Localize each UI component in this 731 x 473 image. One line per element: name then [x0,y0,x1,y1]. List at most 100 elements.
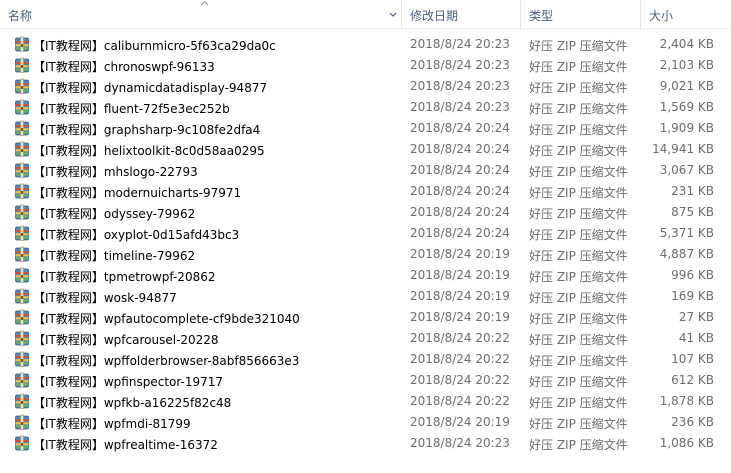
file-modified-date: 2018/8/24 20:23 [410,58,510,72]
file-modified-date: 2018/8/24 20:22 [410,394,510,408]
sort-ascending-icon [200,0,209,6]
file-name: 【IT教程网】mhslogo-22793 [33,165,198,179]
file-size: 996 KB [671,268,714,282]
file-type: 好压 ZIP 压缩文件 [529,144,628,158]
file-name: 【IT教程网】odyssey-79962 [33,207,196,221]
zip-archive-icon [15,414,29,430]
file-modified-date: 2018/8/24 20:19 [410,268,510,282]
file-size: 5,371 KB [659,226,714,240]
file-row[interactable]: 【IT教程网】wpffolderbrowser-8abf856663e3 201… [0,349,720,370]
file-modified-date: 2018/8/24 20:24 [410,205,510,219]
file-type: 好压 ZIP 压缩文件 [529,186,628,200]
file-type: 好压 ZIP 压缩文件 [529,291,628,305]
file-row[interactable]: 【IT教程网】wpfautocomplete-cf9bde321040 2018… [0,307,720,328]
zip-archive-icon [15,372,29,388]
file-row[interactable]: 【IT教程网】wpfrealtime-16372 2018/8/24 20:23… [0,433,720,454]
file-name: 【IT教程网】wpfmdi-81799 [33,417,191,431]
file-modified-date: 2018/8/24 20:23 [410,79,510,93]
file-name: 【IT教程网】wpffolderbrowser-8abf856663e3 [33,354,300,368]
file-name: 【IT教程网】tpmetrowpf-20862 [33,270,216,284]
file-row[interactable]: 【IT教程网】oxyplot-0d15afd43bc3 2018/8/24 20… [0,223,720,244]
file-modified-date: 2018/8/24 20:24 [410,142,510,156]
file-size: 1,086 KB [659,436,714,450]
column-header-type[interactable]: 类型 [521,0,641,28]
file-name: 【IT教程网】modernuicharts-97971 [33,186,242,200]
file-size: 875 KB [671,205,714,219]
file-size: 9,021 KB [659,79,714,93]
file-row[interactable]: 【IT教程网】odyssey-79962 2018/8/24 20:24 好压 … [0,202,720,223]
zip-archive-icon [15,435,29,451]
file-modified-date: 2018/8/24 20:24 [410,121,510,135]
zip-archive-icon [15,120,29,136]
file-size: 2,404 KB [659,37,714,51]
zip-archive-icon [15,78,29,94]
file-row[interactable]: 【IT教程网】modernuicharts-97971 2018/8/24 20… [0,181,720,202]
file-size: 3,067 KB [659,163,714,177]
file-size: 1,909 KB [659,121,714,135]
file-name: 【IT教程网】wpfautocomplete-cf9bde321040 [33,312,300,326]
file-modified-date: 2018/8/24 20:24 [410,226,510,240]
column-header-size-label: 大小 [649,9,674,23]
file-row[interactable]: 【IT教程网】helixtoolkit-8c0d58aa0295 2018/8/… [0,139,720,160]
file-size: 107 KB [671,352,714,366]
file-row[interactable]: 【IT教程网】wpfkb-a16225f82c48 2018/8/24 20:2… [0,391,720,412]
file-type: 好压 ZIP 压缩文件 [529,123,628,137]
file-type: 好压 ZIP 压缩文件 [529,228,628,242]
file-size: 231 KB [671,184,714,198]
file-modified-date: 2018/8/24 20:22 [410,331,510,345]
file-row[interactable]: 【IT教程网】wpfmdi-81799 2018/8/24 20:19 好压 Z… [0,412,720,433]
file-type: 好压 ZIP 压缩文件 [529,354,628,368]
zip-archive-icon [15,183,29,199]
zip-archive-icon [15,288,29,304]
file-row[interactable]: 【IT教程网】caliburnmicro-5f63ca29da0c 2018/8… [0,34,720,55]
file-type: 好压 ZIP 压缩文件 [529,270,628,284]
file-modified-date: 2018/8/24 20:19 [410,289,510,303]
file-modified-date: 2018/8/24 20:19 [410,247,510,261]
file-row[interactable]: 【IT教程网】timeline-79962 2018/8/24 20:19 好压… [0,244,720,265]
file-size: 612 KB [671,373,714,387]
file-name: 【IT教程网】wpfkb-a16225f82c48 [33,396,232,410]
file-name: 【IT教程网】wpfrealtime-16372 [33,438,218,452]
file-type: 好压 ZIP 压缩文件 [529,375,628,389]
file-row[interactable]: 【IT教程网】mhslogo-22793 2018/8/24 20:24 好压 … [0,160,720,181]
column-header-name[interactable]: 名称 [0,0,402,28]
column-header-size[interactable]: 大小 [641,0,721,28]
zip-archive-icon [15,393,29,409]
file-explorer-list-view: 名称 修改日期 类型 大小 【IT教程网】caliburnmicro-5f63c… [0,0,731,473]
zip-archive-icon [15,99,29,115]
file-type: 好压 ZIP 压缩文件 [529,60,628,74]
file-modified-date: 2018/8/24 20:24 [410,184,510,198]
zip-archive-icon [15,204,29,220]
file-type: 好压 ZIP 压缩文件 [529,333,628,347]
zip-archive-icon [15,162,29,178]
column-header-name-label: 名称 [8,9,33,23]
file-name: 【IT教程网】wosk-94877 [33,291,177,305]
column-header-bar: 名称 修改日期 类型 大小 [0,0,731,29]
file-row[interactable]: 【IT教程网】dynamicdatadisplay-94877 2018/8/2… [0,76,720,97]
file-modified-date: 2018/8/24 20:23 [410,436,510,450]
chevron-down-icon[interactable] [386,6,400,22]
file-size: 236 KB [671,415,714,429]
file-row[interactable]: 【IT教程网】tpmetrowpf-20862 2018/8/24 20:19 … [0,265,720,286]
file-row[interactable]: 【IT教程网】graphsharp-9c108fe2dfa4 2018/8/24… [0,118,720,139]
file-name: 【IT教程网】helixtoolkit-8c0d58aa0295 [33,144,265,158]
file-name: 【IT教程网】caliburnmicro-5f63ca29da0c [33,39,276,53]
file-name: 【IT教程网】dynamicdatadisplay-94877 [33,81,268,95]
file-type: 好压 ZIP 压缩文件 [529,312,628,326]
column-header-type-label: 类型 [529,9,554,23]
file-row[interactable]: 【IT教程网】fluent-72f5e3ec252b 2018/8/24 20:… [0,97,720,118]
file-row[interactable]: 【IT教程网】chronoswpf-96133 2018/8/24 20:23 … [0,55,720,76]
file-size: 1,878 KB [659,394,714,408]
file-name: 【IT教程网】graphsharp-9c108fe2dfa4 [33,123,261,137]
file-name: 【IT教程网】fluent-72f5e3ec252b [33,102,230,116]
file-row[interactable]: 【IT教程网】wpfinspector-19717 2018/8/24 20:2… [0,370,720,391]
file-type: 好压 ZIP 压缩文件 [529,249,628,263]
file-row[interactable]: 【IT教程网】wpfcarousel-20228 2018/8/24 20:22… [0,328,720,349]
file-list: 【IT教程网】caliburnmicro-5f63ca29da0c 2018/8… [0,34,731,454]
file-type: 好压 ZIP 压缩文件 [529,102,628,116]
file-type: 好压 ZIP 压缩文件 [529,396,628,410]
file-row[interactable]: 【IT教程网】wosk-94877 2018/8/24 20:19 好压 ZIP… [0,286,720,307]
column-header-date[interactable]: 修改日期 [402,0,521,28]
zip-archive-icon [15,330,29,346]
file-size: 1,569 KB [659,100,714,114]
